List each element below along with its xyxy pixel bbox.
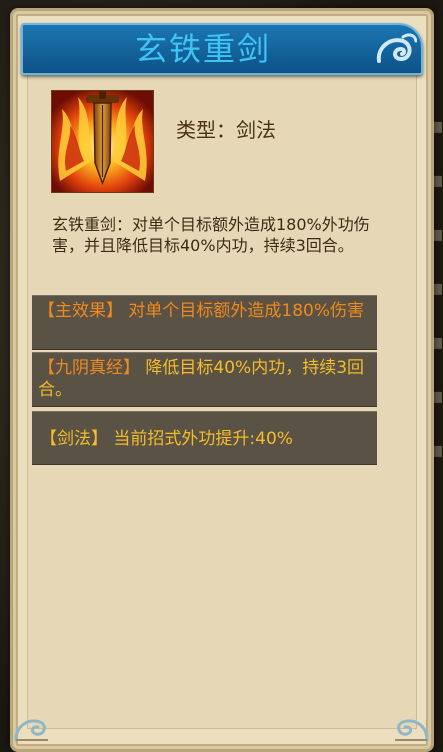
skill-title: 玄铁重剑: [134, 30, 271, 68]
effect-main: 【主效果】 对单个目标额外造成180%伤害: [32, 295, 377, 350]
skill-description: 玄铁重剑：对单个目标额外造成180%外功伤害，并且降低目标40%内功，持续3回合…: [52, 215, 370, 255]
game-screen: ▪ ▪ ▪ ▪ ▪ ▪ ▪ 玄铁重剑 类型：剑法 玄铁重剑：对单个目标额外造成1…: [0, 0, 443, 752]
effect-tag: 【九阴真经】: [38, 358, 140, 378]
skill-type-label: 类型：剑法: [176, 118, 276, 142]
scroll-corner-icon: [395, 719, 429, 742]
effect-text: 对单个目标额外造成180%伤害: [123, 301, 365, 321]
swirl-icon: [376, 33, 417, 63]
effect-tag: 【主效果】: [38, 301, 123, 321]
effect-tag: 【剑法】: [40, 429, 108, 449]
title-bar: 玄铁重剑: [21, 23, 423, 75]
effect-text: 当前招式外功提升:40%: [108, 429, 293, 449]
scroll-corner-icon: [14, 719, 48, 742]
effect-sword: 【剑法】 当前招式外功提升:40%: [32, 411, 377, 465]
flaming-sword-icon: [51, 90, 154, 193]
effect-jiuyin: 【九阴真经】 降低目标40%内功，持续3回合。: [32, 352, 377, 407]
